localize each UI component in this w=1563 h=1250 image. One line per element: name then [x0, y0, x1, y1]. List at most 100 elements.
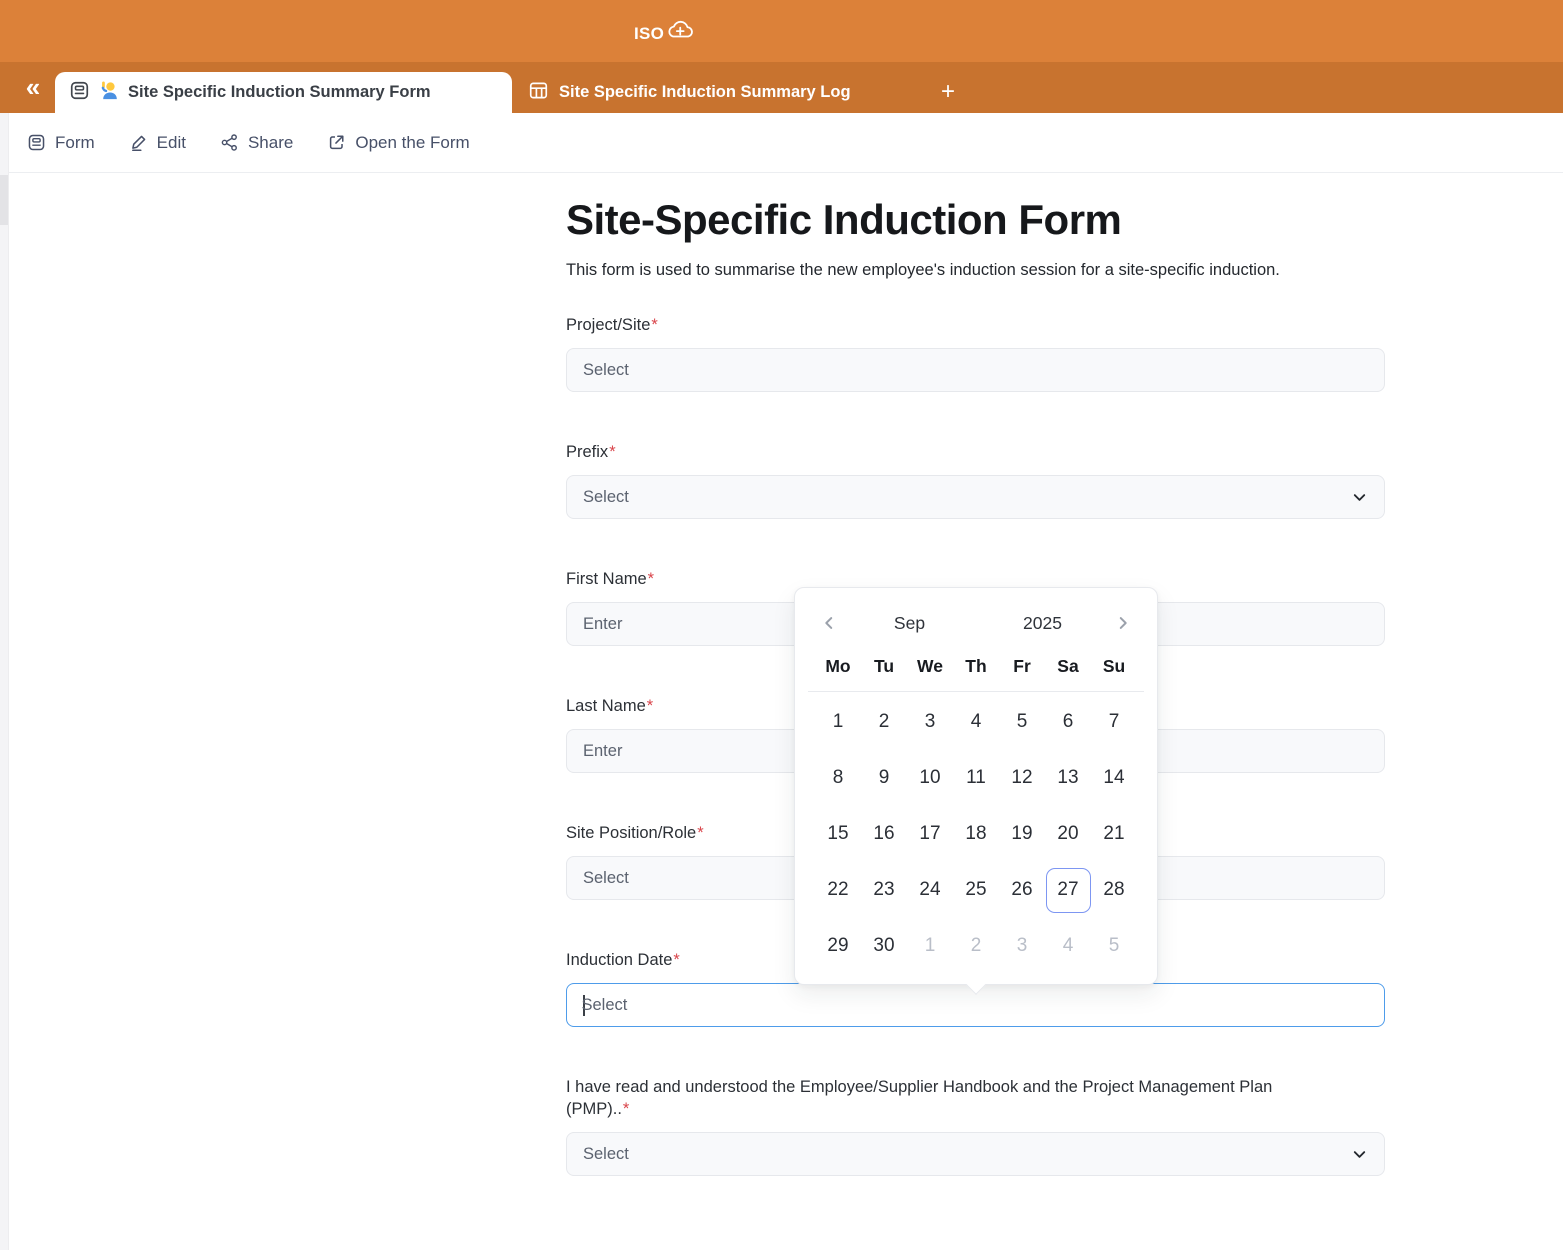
calendar-day[interactable]: 6: [1045, 694, 1091, 750]
calendar-day[interactable]: 1: [815, 694, 861, 750]
calendar-day[interactable]: 1: [907, 918, 953, 974]
calendar-day[interactable]: 11: [953, 750, 999, 806]
open-the-form-label: Open the Form: [355, 133, 469, 153]
calendar-day[interactable]: 3: [907, 694, 953, 750]
label-text: Project/Site: [566, 316, 650, 334]
day-number: 14: [1092, 756, 1137, 801]
form-view-label: Form: [55, 133, 95, 153]
calendar-day[interactable]: 18: [953, 806, 999, 862]
page: ISO «: [0, 0, 1563, 1250]
day-number: 25: [954, 868, 999, 913]
day-number: 28: [1092, 868, 1137, 913]
day-number: 29: [816, 924, 861, 969]
field-project-site: Project/Site*Select: [566, 314, 1385, 392]
add-tab-button[interactable]: +: [932, 76, 964, 108]
day-number: 22: [816, 868, 861, 913]
share-button[interactable]: Share: [220, 133, 293, 153]
calendar-day-selected[interactable]: 27: [1045, 862, 1091, 918]
day-number: 2: [954, 924, 999, 969]
month-label[interactable]: Sep: [843, 613, 976, 634]
calendar-day[interactable]: 14: [1091, 750, 1137, 806]
calendar-day[interactable]: 16: [861, 806, 907, 862]
chevron-down-icon: [1351, 489, 1368, 506]
share-icon: [220, 133, 239, 152]
calendar-day[interactable]: 17: [907, 806, 953, 862]
calendar-day[interactable]: 7: [1091, 694, 1137, 750]
pencil-icon: [129, 133, 148, 152]
day-number: 7: [1092, 700, 1137, 745]
previous-month-button[interactable]: [815, 609, 843, 637]
calendar-day[interactable]: 3: [999, 918, 1045, 974]
calendar-day[interactable]: 29: [815, 918, 861, 974]
calendar-day[interactable]: 19: [999, 806, 1045, 862]
calendar-day[interactable]: 22: [815, 862, 861, 918]
day-number: 17: [908, 812, 953, 857]
form-view-button[interactable]: Form: [27, 133, 95, 153]
calendar-day[interactable]: 15: [815, 806, 861, 862]
label-text: Site Position/Role: [566, 824, 696, 842]
calendar-day[interactable]: 2: [953, 918, 999, 974]
open-the-form-button[interactable]: Open the Form: [327, 133, 469, 153]
edit-button[interactable]: Edit: [129, 133, 186, 153]
calendar-day[interactable]: 5: [1091, 918, 1137, 974]
day-number: 19: [1000, 812, 1045, 857]
calendar-day[interactable]: 10: [907, 750, 953, 806]
field-handbook-acknowledgement: I have read and understood the Employee/…: [566, 1076, 1385, 1176]
prefix-label: Prefix*: [566, 441, 1286, 463]
placeholder-text: Select: [583, 488, 629, 507]
day-number: 6: [1046, 700, 1091, 745]
handbook-acknowledgement-input[interactable]: Select: [566, 1132, 1385, 1176]
tab-site-specific-induction-summary-form[interactable]: Site Specific Induction Summary Form: [55, 72, 512, 113]
label-text: I have read and understood the Employee/…: [566, 1078, 1272, 1118]
app-header: ISO: [0, 0, 1563, 62]
day-number: 12: [1000, 756, 1045, 801]
day-number: 10: [908, 756, 953, 801]
calendar-day[interactable]: 23: [861, 862, 907, 918]
calendar-day[interactable]: 28: [1091, 862, 1137, 918]
calendar-day[interactable]: 25: [953, 862, 999, 918]
day-number: 4: [1046, 924, 1091, 969]
day-number: 2: [862, 700, 907, 745]
calendar-day[interactable]: 4: [1045, 918, 1091, 974]
calendar-day[interactable]: 26: [999, 862, 1045, 918]
calendar-day[interactable]: 20: [1045, 806, 1091, 862]
tab-label: Site Specific Induction Summary Log: [559, 83, 851, 102]
weekday-label: Fr: [999, 656, 1045, 677]
calendar-day[interactable]: 13: [1045, 750, 1091, 806]
project-site-input[interactable]: Select: [566, 348, 1385, 392]
calendar-day[interactable]: 21: [1091, 806, 1137, 862]
calendar-day[interactable]: 24: [907, 862, 953, 918]
calendar-divider: [808, 691, 1144, 692]
calendar-day[interactable]: 9: [861, 750, 907, 806]
calendar-day[interactable]: 12: [999, 750, 1045, 806]
prefix-input[interactable]: Select: [566, 475, 1385, 519]
collapse-sidebar-button[interactable]: «: [18, 71, 48, 103]
weekday-header-row: MoTuWeThFrSaSu: [815, 656, 1137, 677]
tab-site-specific-induction-summary-log[interactable]: Site Specific Induction Summary Log: [512, 72, 867, 113]
label-text: Induction Date: [566, 951, 672, 969]
calendar-day[interactable]: 4: [953, 694, 999, 750]
isoplus-logo[interactable]: ISO: [634, 16, 695, 47]
placeholder-text: Enter: [583, 615, 622, 634]
calendar-day[interactable]: 8: [815, 750, 861, 806]
weekday-label: Th: [953, 656, 999, 677]
calendar-day[interactable]: 30: [861, 918, 907, 974]
day-number: 24: [908, 868, 953, 913]
form-description: This form is used to summarise the new e…: [566, 257, 1381, 284]
page-title: Site-Specific Induction Form: [566, 195, 1385, 245]
raising-hand-emoji: [99, 80, 119, 105]
chevron-right-icon: [1114, 614, 1132, 632]
external-link-icon: [327, 133, 346, 152]
logo-text: ISO: [634, 21, 664, 47]
sidebar-rail: [0, 113, 9, 1250]
next-month-button[interactable]: [1109, 609, 1137, 637]
day-number: 3: [1000, 924, 1045, 969]
share-label: Share: [248, 133, 293, 153]
form-icon: [27, 133, 46, 152]
calendar-day[interactable]: 2: [861, 694, 907, 750]
table-icon: [528, 80, 549, 106]
day-number: 9: [862, 756, 907, 801]
year-label[interactable]: 2025: [976, 613, 1109, 634]
rail-scroll-handle[interactable]: [0, 175, 8, 225]
calendar-day[interactable]: 5: [999, 694, 1045, 750]
